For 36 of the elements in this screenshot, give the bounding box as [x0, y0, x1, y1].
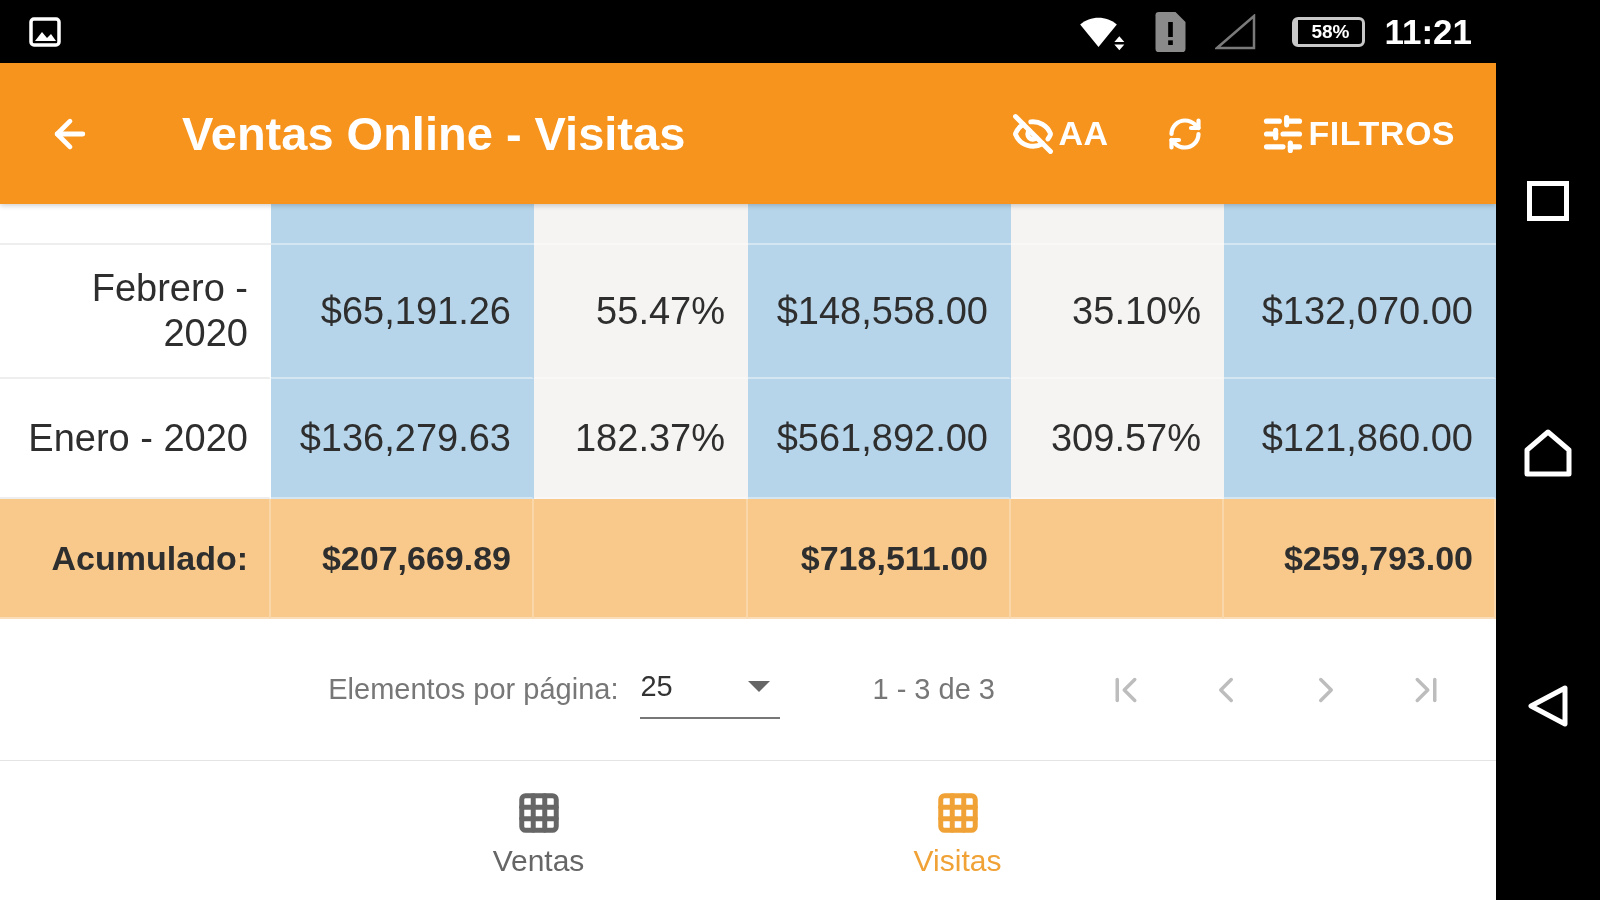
clock-time: 11:21: [1384, 11, 1472, 52]
eye-off-icon: [1012, 112, 1055, 155]
page-size-label: Elementos por página:: [328, 673, 619, 706]
battery-indicator: 58%: [1292, 16, 1366, 47]
table-cell: 55.47%: [534, 245, 748, 379]
table-cell: $65,191.26: [271, 245, 534, 379]
page-range-label: 1 - 3 de 3: [872, 673, 995, 706]
table-cell: $121,860.00: [1224, 379, 1496, 499]
square-icon: [1527, 181, 1569, 221]
image-icon: [29, 16, 61, 47]
table-cell: $207,669.89: [271, 499, 534, 619]
nav-tab[interactable]: Ventas: [329, 761, 748, 900]
sim-card-icon: [1154, 11, 1188, 52]
table-cell: $259,793.00: [1224, 499, 1496, 619]
table-cell: $561,892.00: [748, 379, 1011, 499]
signal-icon: [1215, 13, 1257, 50]
table-cell: $132,070.00: [1224, 245, 1496, 379]
visibility-toggle-button[interactable]: AA: [1008, 108, 1113, 159]
app-title: Ventas Online - Visitas: [182, 106, 686, 161]
triangle-left-icon: [1528, 685, 1568, 727]
refresh-icon: [1166, 115, 1203, 152]
home-icon: [1524, 429, 1572, 477]
filters-button[interactable]: FILTROS: [1256, 107, 1459, 160]
table-cell: $148,558.00: [748, 245, 1011, 379]
home-button[interactable]: [1524, 429, 1572, 477]
overview-button[interactable]: [1527, 181, 1569, 221]
table-cell: $136,279.63: [271, 379, 534, 499]
table-cell: Acumulado:: [0, 499, 271, 619]
table-cell: 35.10%: [1011, 245, 1224, 379]
page-size-select[interactable]: 25: [640, 660, 781, 719]
caret-down-icon: [748, 681, 771, 692]
table-cell: 309.57%: [1011, 379, 1224, 499]
table-cell: $718,511.00: [748, 499, 1011, 619]
back-nav-button[interactable]: [1528, 685, 1568, 727]
table-cell: 182.37%: [534, 379, 748, 499]
nav-tab[interactable]: Visitas: [748, 761, 1167, 900]
